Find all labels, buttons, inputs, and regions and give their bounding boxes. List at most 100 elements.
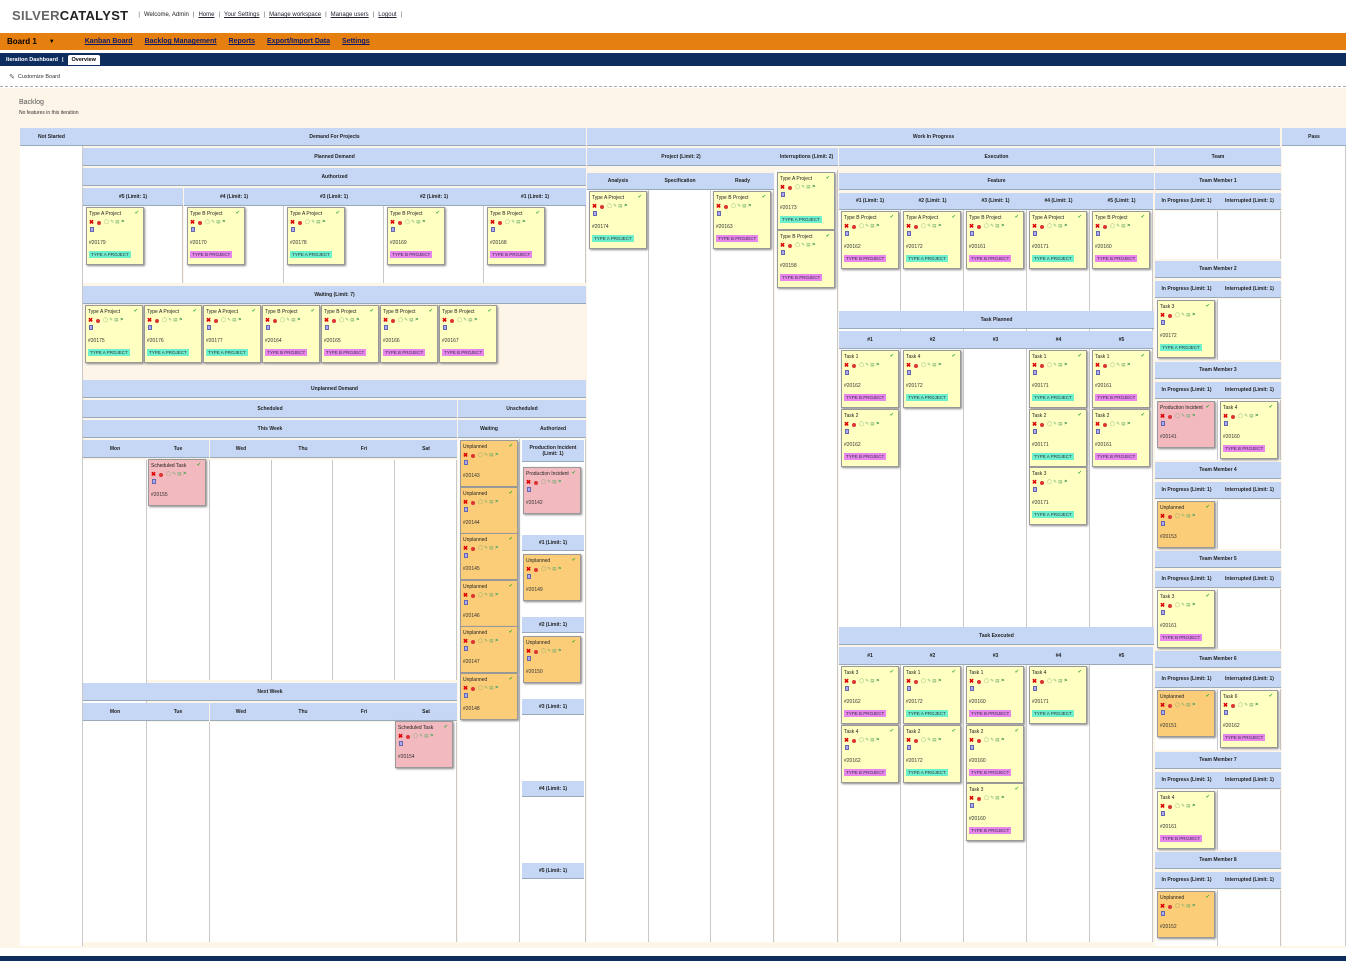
block-icon[interactable] — [724, 205, 728, 209]
check-icon[interactable]: ✔ — [1206, 894, 1210, 900]
delete-icon[interactable]: ✖ — [390, 219, 395, 226]
block-icon[interactable] — [450, 319, 454, 323]
feature-card[interactable]: Type A Project ✔ ✖ ◯ ✎ ▤ ⚑ #20171 TYPE A PROJ… — [1029, 211, 1087, 269]
delete-icon[interactable]: ✖ — [1160, 903, 1165, 910]
unplanned-card[interactable]: Unplanned ✔ ✖ ◯ ✎ ▤ ⚑ #20147 — [460, 626, 518, 673]
delete-icon[interactable]: ✖ — [1095, 362, 1100, 369]
delete-icon[interactable]: ✖ — [88, 317, 93, 324]
check-icon[interactable]: ✔ — [572, 639, 576, 645]
feature-card[interactable]: Type A Project ✔ ✖ ◯ ✎ ▤ ⚑ #20172 TYPE A PROJ… — [903, 211, 961, 269]
waiting-card[interactable]: Type B Project ✔ ✖ ◯ ✎ ▤ ⚑ #20166 TYPE B PROJ… — [380, 305, 438, 363]
block-icon[interactable] — [852, 738, 856, 743]
delete-icon[interactable]: ✖ — [1160, 413, 1165, 420]
task-planned-card[interactable]: Task 2 ✔ ✖ ◯ ✎ ▤ ⚑ #20171 TYPE A PROJECT — [1029, 408, 1087, 467]
check-icon[interactable]: ✔ — [890, 353, 894, 359]
task-planned-card[interactable]: Task 3 ✔ ✖ ◯ ✎ ▤ ⚑ #20171 TYPE A PROJECT — [1029, 467, 1087, 525]
delete-icon[interactable]: ✖ — [442, 317, 447, 324]
delete-icon[interactable]: ✖ — [147, 317, 152, 324]
check-icon[interactable]: ✔ — [952, 669, 956, 675]
check-icon[interactable]: ✔ — [1078, 353, 1082, 359]
delete-icon[interactable]: ✖ — [969, 737, 974, 744]
task-planned-card[interactable]: Task 1 ✔ ✖ ◯ ✎ ▤ ⚑ #20161 TYPE B PROJECT — [1092, 350, 1150, 408]
delete-icon[interactable]: ✖ — [1160, 312, 1165, 319]
delete-icon[interactable]: ✖ — [716, 203, 721, 210]
delete-icon[interactable]: ✖ — [490, 219, 495, 226]
block-icon[interactable] — [534, 568, 538, 572]
delete-icon[interactable]: ✖ — [206, 317, 211, 324]
check-icon[interactable]: ✔ — [1078, 669, 1082, 675]
tab-overview[interactable]: Overview — [67, 54, 100, 65]
task-planned-card[interactable]: Task 4 ✔ ✖ ◯ ✎ ▤ ⚑ #20172 TYPE A PROJECT — [903, 350, 961, 408]
delete-icon[interactable]: ✖ — [906, 362, 911, 369]
interruption-card[interactable]: Type A Project ✔ ✖ ◯ ✎ ▤ ⚑ #20173 TYPE A PROJ… — [777, 172, 835, 230]
check-icon[interactable]: ✔ — [890, 214, 894, 220]
waiting-card[interactable]: Type A Project ✔ ✖ ◯ ✎ ▤ ⚑ #20177 TYPE A PROJ… — [203, 305, 261, 363]
delete-icon[interactable]: ✖ — [844, 223, 849, 230]
block-icon[interactable] — [471, 454, 475, 458]
check-icon[interactable]: ✔ — [1206, 504, 1210, 510]
delete-icon[interactable]: ✖ — [265, 317, 270, 324]
check-icon[interactable]: ✔ — [890, 412, 894, 418]
block-icon[interactable] — [471, 686, 475, 691]
check-icon[interactable]: ✔ — [429, 308, 433, 314]
block-icon[interactable] — [1168, 515, 1172, 519]
check-icon[interactable]: ✔ — [826, 175, 830, 181]
authorized-card[interactable]: Type A Project ✔ ✖ ◯ ✎ ▤ ⚑ #20178 TYPE A PROJ… — [287, 207, 345, 265]
nav-home-link[interactable]: Home — [198, 12, 214, 18]
block-icon[interactable] — [1168, 314, 1172, 318]
analysis-card[interactable]: Type A Project ✔ ✖ ◯ ✎ ▤ ⚑ #20174 TYPE A PROJ… — [589, 191, 647, 249]
block-icon[interactable] — [914, 738, 918, 743]
check-icon[interactable]: ✔ — [509, 676, 513, 682]
check-icon[interactable]: ✔ — [826, 233, 830, 239]
delete-icon[interactable]: ✖ — [526, 648, 531, 655]
waiting-card[interactable]: Type A Project ✔ ✖ ◯ ✎ ▤ ⚑ #20175 TYPE A PROJ… — [85, 305, 143, 363]
check-icon[interactable]: ✔ — [193, 308, 197, 314]
check-icon[interactable]: ✔ — [536, 210, 540, 216]
task-executed-card[interactable]: Task 3 ✔ ✖ ◯ ✎ ▤ ⚑ #20162 TYPE B PROJECT — [841, 666, 899, 724]
delete-icon[interactable]: ✖ — [844, 362, 849, 369]
board-selector[interactable]: Board 1 ▼ — [7, 37, 55, 46]
block-icon[interactable] — [1168, 415, 1172, 419]
check-icon[interactable]: ✔ — [1078, 412, 1082, 418]
block-icon[interactable] — [1040, 225, 1044, 229]
team-card[interactable]: Unplanned ✔ ✖ ◯ ✎ ▤ ⚑ #20153 — [1157, 501, 1215, 548]
delete-icon[interactable]: ✖ — [290, 219, 295, 226]
delete-icon[interactable]: ✖ — [1160, 602, 1165, 609]
authorized-card[interactable]: Type B Project ✔ ✖ ◯ ✎ ▤ ⚑ #20168 TYPE B PROJ… — [487, 207, 545, 265]
task-executed-card[interactable]: Task 2 ✔ ✖ ◯ ✎ ▤ ⚑ #20160 TYPE B PROJECT — [966, 724, 1024, 783]
block-icon[interactable] — [977, 680, 981, 684]
delete-icon[interactable]: ✖ — [906, 678, 911, 685]
check-icon[interactable]: ✔ — [1206, 794, 1210, 800]
check-icon[interactable]: ✔ — [444, 724, 448, 730]
delete-icon[interactable]: ✖ — [151, 471, 156, 478]
delete-icon[interactable]: ✖ — [969, 795, 974, 802]
block-icon[interactable] — [1040, 680, 1044, 684]
check-icon[interactable]: ✔ — [952, 353, 956, 359]
tab-iteration-dashboard[interactable]: Iteration Dashboard — [6, 57, 58, 63]
block-icon[interactable] — [1103, 364, 1107, 368]
feature-card[interactable]: Type B Project ✔ ✖ ◯ ✎ ▤ ⚑ #20160 TYPE B PROJ… — [1092, 211, 1150, 269]
delete-icon[interactable]: ✖ — [526, 566, 531, 573]
delete-icon[interactable]: ✖ — [1095, 223, 1100, 230]
task-executed-card[interactable]: Task 3 ✔ ✖ ◯ ✎ ▤ ⚑ #20160 TYPE B PROJECT — [966, 783, 1024, 841]
delete-icon[interactable]: ✖ — [1160, 803, 1165, 810]
block-icon[interactable] — [332, 319, 336, 323]
block-icon[interactable] — [914, 364, 918, 368]
check-icon[interactable]: ✔ — [236, 210, 240, 216]
authorized-card[interactable]: Type A Project ✔ ✖ ◯ ✎ ▤ ⚑ #20179 TYPE A PROJ… — [86, 207, 144, 265]
block-icon[interactable] — [398, 221, 402, 225]
block-icon[interactable] — [391, 319, 395, 323]
task-executed-card[interactable]: Task 4 ✔ ✖ ◯ ✎ ▤ ⚑ #20171 TYPE A PROJECT — [1029, 666, 1087, 724]
block-icon[interactable] — [600, 205, 604, 209]
check-icon[interactable]: ✔ — [890, 669, 894, 675]
delete-icon[interactable]: ✖ — [463, 499, 468, 506]
delete-icon[interactable]: ✖ — [463, 545, 468, 552]
check-icon[interactable]: ✔ — [1141, 214, 1145, 220]
delete-icon[interactable]: ✖ — [1223, 702, 1228, 709]
block-icon[interactable] — [155, 319, 159, 323]
block-icon[interactable] — [273, 319, 277, 323]
delete-icon[interactable]: ✖ — [463, 685, 468, 692]
delete-icon[interactable]: ✖ — [324, 317, 329, 324]
check-icon[interactable]: ✔ — [572, 557, 576, 563]
check-icon[interactable]: ✔ — [197, 462, 201, 468]
